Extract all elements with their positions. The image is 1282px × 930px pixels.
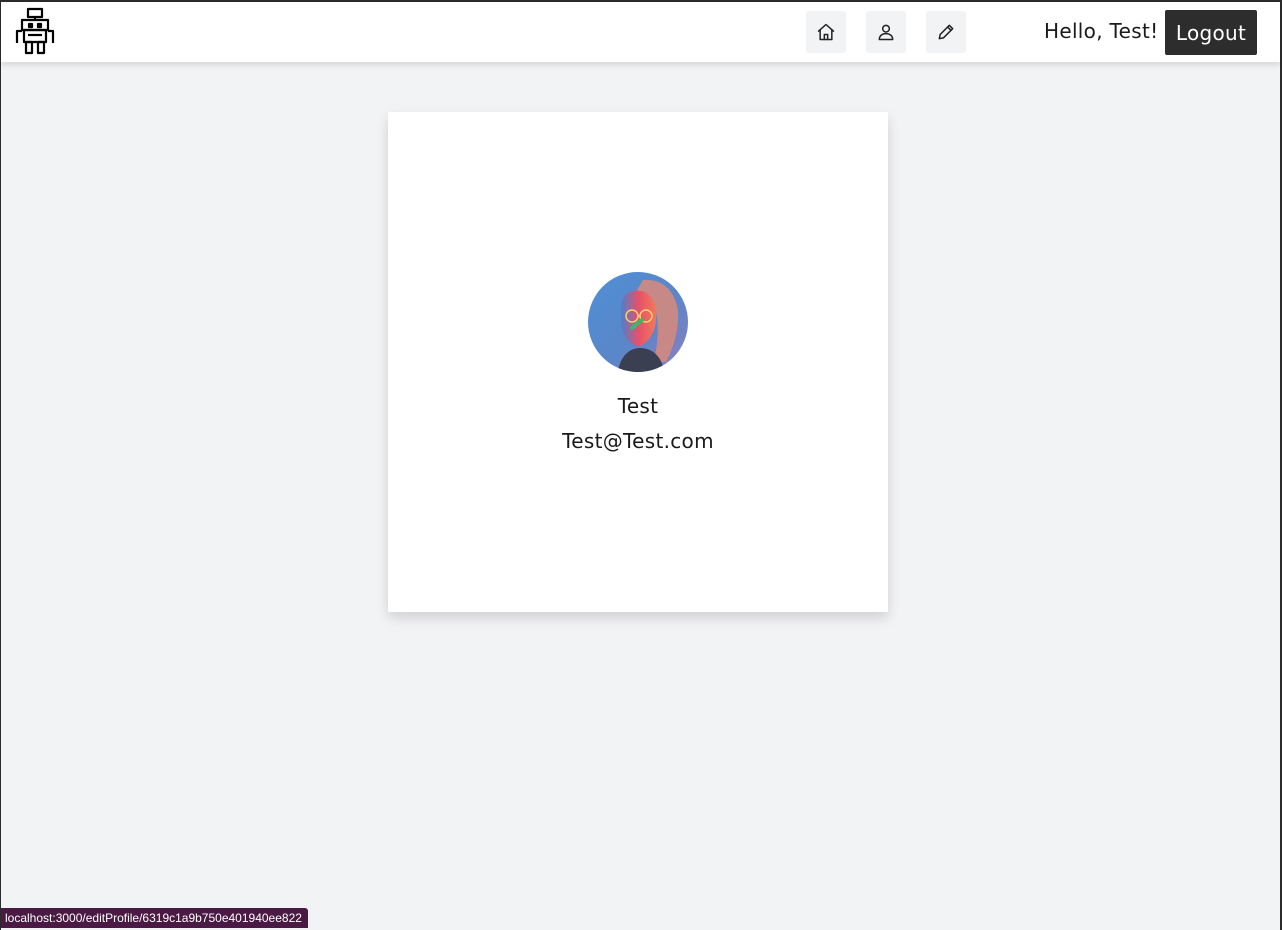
- edit-profile-button[interactable]: [926, 11, 966, 53]
- home-button[interactable]: [806, 11, 846, 53]
- profile-photo: [588, 271, 688, 372]
- pencil-icon: [938, 24, 954, 40]
- greeting-text: Hello, Test!: [1044, 19, 1159, 43]
- browser-viewport: Hello, Test! Logout Test Test@Test.com l…: [0, 0, 1282, 930]
- user-icon: [878, 24, 894, 41]
- profile-button[interactable]: [866, 11, 906, 53]
- top-navbar: Hello, Test! Logout: [1, 2, 1280, 62]
- profile-name: Test: [617, 393, 659, 418]
- avatar: [588, 271, 688, 372]
- profile-card: Test Test@Test.com: [388, 112, 888, 612]
- home-icon: [817, 23, 835, 41]
- link-preview-status-bar: localhost:3000/editProfile/6319c1a9b750e…: [1, 908, 308, 928]
- profile-email: Test@Test.com: [562, 428, 714, 453]
- robot-logo-icon[interactable]: [13, 7, 57, 55]
- logout-button[interactable]: Logout: [1165, 10, 1257, 55]
